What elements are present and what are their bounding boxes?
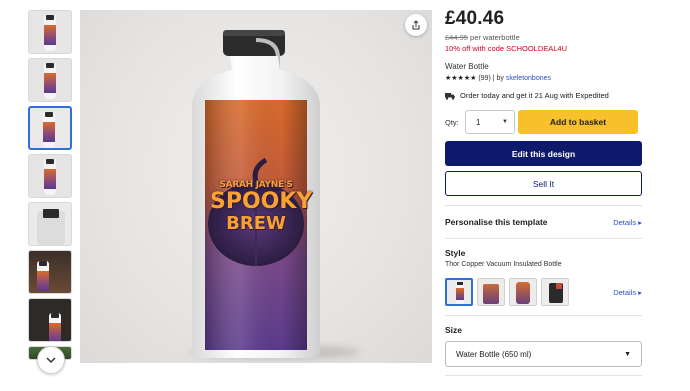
current-price: £40.46 bbox=[445, 8, 505, 29]
original-price-line: £44.95 per waterbottle bbox=[445, 33, 645, 42]
seller-link[interactable]: skeletonbones bbox=[506, 75, 551, 82]
label-line-2: SPOOKY bbox=[210, 189, 313, 214]
label-line-3: BREW bbox=[226, 213, 286, 234]
main-product-image[interactable]: SARAH JAYNE'S SPOOKY BREW bbox=[80, 10, 432, 363]
style-value: Thor Copper Vacuum Insulated Bottle bbox=[445, 261, 562, 268]
rating-stars[interactable]: ★★★★★ bbox=[445, 75, 476, 82]
purchase-row: Qty: 1 ▼ Add to basket bbox=[445, 110, 645, 134]
bottle-option-image bbox=[483, 284, 499, 304]
caret-down-icon: ▼ bbox=[624, 350, 631, 358]
bottle-thumbnail-image bbox=[43, 112, 55, 148]
thumb-front-view-selected[interactable] bbox=[28, 106, 72, 150]
bottle-thumbnail-image bbox=[49, 313, 61, 341]
rating-line: ★★★★★ (99) | by skeletonbones bbox=[445, 74, 645, 82]
thumb-lifestyle-warm[interactable] bbox=[28, 298, 72, 342]
bottle-option-image bbox=[456, 282, 464, 304]
bottle-thumbnail-image bbox=[44, 159, 56, 195]
promo-text: 10% off with code SCHOOLDEAL4U bbox=[445, 44, 568, 53]
product-title: Water Bottle bbox=[445, 62, 489, 71]
thumb-front-view[interactable] bbox=[28, 10, 72, 54]
style-option-tumbler[interactable] bbox=[541, 278, 569, 306]
divider bbox=[445, 315, 642, 316]
chevron-down-icon bbox=[46, 357, 56, 364]
personalise-row[interactable]: Personalise this template Details ▸ bbox=[445, 217, 642, 227]
personalise-details-link[interactable]: Details ▸ bbox=[613, 218, 642, 227]
add-to-basket-button[interactable]: Add to basket bbox=[518, 110, 638, 134]
caret-down-icon: ▼ bbox=[502, 119, 508, 125]
bottle-option-handle bbox=[556, 283, 562, 289]
personalise-title: Personalise this template bbox=[445, 217, 548, 227]
thumbnail-list bbox=[28, 10, 74, 364]
by-text: | by bbox=[492, 75, 506, 82]
sell-it-button[interactable]: Sell It bbox=[445, 171, 642, 196]
bottle-thumbnail-image bbox=[44, 63, 56, 99]
quantity-value: 1 bbox=[476, 117, 481, 127]
share-button[interactable] bbox=[405, 14, 427, 36]
delivery-text: Order today and get it 21 Aug with Exped… bbox=[460, 91, 609, 100]
delivery-info: Order today and get it 21 Aug with Exped… bbox=[445, 91, 645, 100]
style-options bbox=[445, 278, 569, 306]
product-details-panel: £40.46 £44.95 per waterbottle 10% off wi… bbox=[445, 8, 645, 376]
qty-label: Qty: bbox=[445, 117, 459, 127]
bottle-cap-thumbnail-image bbox=[37, 209, 65, 245]
bottle-thumbnail-image bbox=[37, 261, 49, 291]
bottle-thumbnail-image bbox=[44, 15, 56, 51]
price-unit: per waterbottle bbox=[467, 33, 520, 42]
thumb-cap-closeup[interactable] bbox=[28, 202, 72, 246]
quantity-select[interactable]: 1 ▼ bbox=[465, 110, 515, 134]
thumbnail-scroll-down-button[interactable] bbox=[37, 346, 65, 374]
style-option-thor-copper[interactable] bbox=[445, 278, 473, 306]
original-price: £44.95 bbox=[445, 33, 468, 42]
size-select[interactable]: Water Bottle (650 ml) ▼ bbox=[445, 341, 642, 367]
style-options-row: Details ▸ bbox=[445, 268, 642, 306]
style-option-pint[interactable] bbox=[477, 278, 505, 306]
thumb-front-view-2[interactable] bbox=[28, 58, 72, 102]
edit-design-button[interactable]: Edit this design bbox=[445, 141, 642, 166]
thumb-side-view[interactable] bbox=[28, 154, 72, 198]
rating-count[interactable]: (99) bbox=[478, 75, 490, 82]
style-details-link[interactable]: Details ▸ bbox=[613, 288, 642, 297]
divider bbox=[445, 205, 642, 206]
size-value: Water Bottle (650 ml) bbox=[456, 349, 532, 359]
divider bbox=[445, 238, 642, 239]
bottle-option-image bbox=[516, 282, 530, 304]
bottle-label-text: SARAH JAYNE'S SPOOKY BREW bbox=[210, 180, 313, 234]
style-option-sport[interactable] bbox=[509, 278, 537, 306]
divider bbox=[445, 375, 642, 376]
share-icon bbox=[412, 20, 420, 30]
thumb-lifestyle-dark[interactable] bbox=[28, 250, 72, 294]
size-title: Size bbox=[445, 325, 463, 335]
style-title: Style bbox=[445, 248, 466, 258]
truck-icon bbox=[445, 92, 455, 100]
